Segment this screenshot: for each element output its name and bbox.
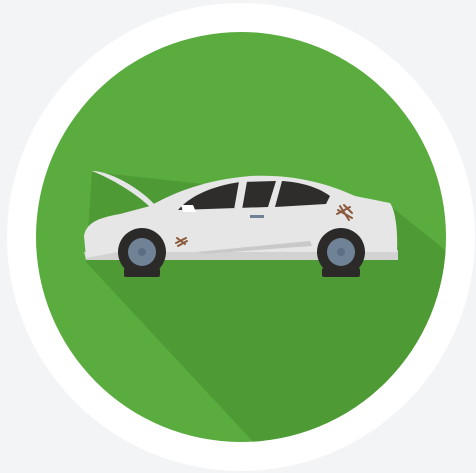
flat-tire-icon <box>118 228 166 277</box>
car-damage-illustration <box>0 0 476 473</box>
car-door-handle <box>250 215 264 218</box>
flat-tire-icon-rear <box>317 228 365 277</box>
illustration-canvas <box>7 3 475 471</box>
